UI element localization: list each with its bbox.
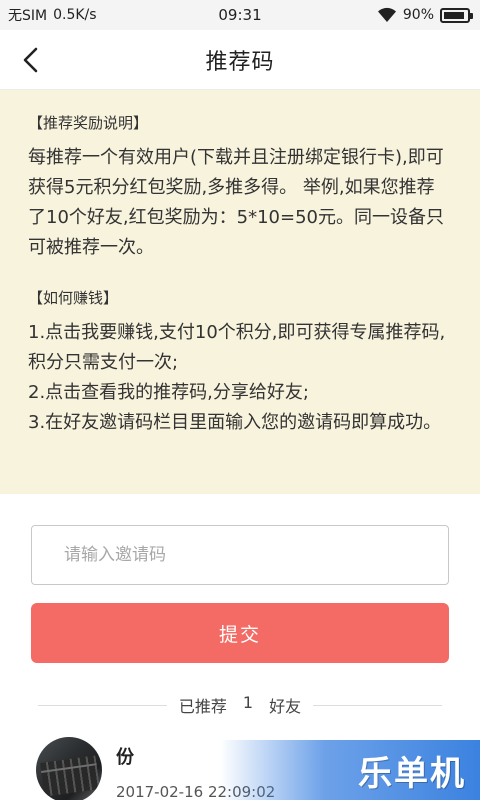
referral-number: 1 <box>242 693 254 712</box>
referral-count-divider: 已推荐 1 好友 <box>0 693 480 717</box>
earn-step-3: 3.在好友邀请码栏目里面输入您的邀请码即算成功。 <box>28 412 442 433</box>
status-bar: 无SIM 0.5K/s 09:31 90% <box>0 0 480 30</box>
keyboard-photo <box>39 755 101 797</box>
earn-steps: 1.点击我要赚钱,支付10个积分,即可获得专属推荐码,积分只需支付一次; 2.点… <box>28 318 452 438</box>
reward-heading: 【推荐奖励说明】 <box>28 114 149 132</box>
network-speed: 0.5K/s <box>53 7 97 23</box>
back-button[interactable] <box>14 44 46 76</box>
invite-form: 提交 <box>0 494 480 663</box>
status-time: 09:31 <box>218 6 262 24</box>
referral-count: 已推荐 1 好友 <box>167 693 313 717</box>
wifi-icon <box>377 7 397 23</box>
watermark-text: 乐单机 <box>358 753 466 794</box>
status-left: 无SIM 0.5K/s <box>8 5 97 25</box>
submit-button[interactable]: 提交 <box>31 603 449 663</box>
reward-body: 每推荐一个有效用户(下载并且注册绑定银行卡),即可获得5元积分红包奖励,多推多得… <box>28 147 444 258</box>
earn-step-1: 1.点击我要赚钱,支付10个积分,即可获得专属推荐码,积分只需支付一次; <box>28 322 446 373</box>
chevron-left-icon <box>23 47 38 73</box>
referral-prefix: 已推荐 <box>178 697 227 716</box>
battery-icon <box>440 7 473 23</box>
info-panel: 【推荐奖励说明】 每推荐一个有效用户(下载并且注册绑定银行卡),即可获得5元积分… <box>0 90 480 494</box>
earn-heading: 【如何赚钱】 <box>28 289 119 307</box>
earn-step-2: 2.点击查看我的推荐码,分享给好友; <box>28 382 309 403</box>
site-watermark: 乐单机 <box>220 740 480 800</box>
battery-fill <box>444 11 464 19</box>
divider-line-right <box>313 704 442 706</box>
carrier-text: 无SIM <box>8 8 48 24</box>
invite-code-input[interactable] <box>31 525 449 585</box>
divider-line-left <box>38 704 167 706</box>
referral-suffix: 好友 <box>269 697 302 716</box>
page-title: 推荐码 <box>205 49 275 75</box>
battery-percent: 90% <box>402 7 434 23</box>
avatar <box>36 737 102 800</box>
status-right: 90% <box>377 7 473 23</box>
nav-bar: 推荐码 <box>0 30 480 90</box>
